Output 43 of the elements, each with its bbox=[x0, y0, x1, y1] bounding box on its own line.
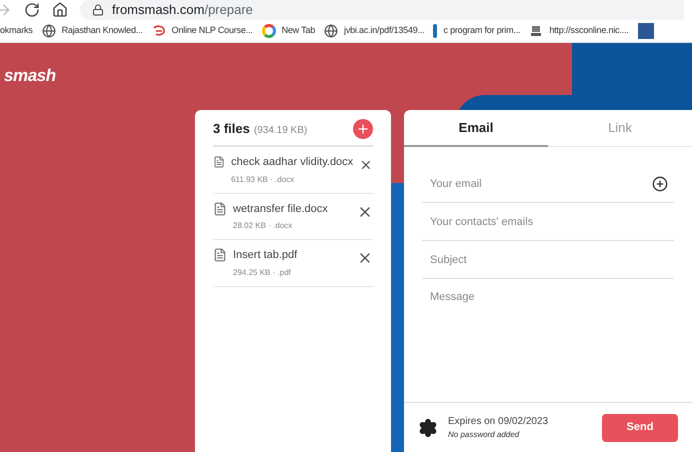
globe-icon bbox=[324, 24, 338, 38]
message-field[interactable]: Message bbox=[422, 279, 674, 359]
password-status: No password added bbox=[448, 429, 520, 441]
input-field[interactable]: Subject bbox=[422, 244, 668, 274]
bookmark-link[interactable]: Rajasthan Knowled... bbox=[62, 24, 143, 38]
add-file-button[interactable] bbox=[353, 119, 373, 139]
file-meta: 28.02 KB · .docx bbox=[233, 220, 294, 232]
bookmarks-label[interactable]: okmarks bbox=[0, 24, 33, 38]
smash-logo[interactable]: smash bbox=[4, 66, 56, 85]
address-bar[interactable]: fromsmash.com/prepare bbox=[80, 0, 684, 20]
file-meta: 294.25 KB · .pdf bbox=[233, 266, 292, 278]
pin-icon bbox=[433, 24, 438, 38]
reload-icon[interactable] bbox=[24, 2, 40, 18]
bookmark-link[interactable]: c program for prim... bbox=[443, 24, 520, 38]
send-button[interactable]: Send bbox=[602, 414, 678, 442]
tab[interactable]: Email bbox=[404, 110, 548, 147]
add-icon[interactable] bbox=[652, 176, 668, 192]
settings-icon[interactable] bbox=[418, 418, 438, 438]
bookmark-link[interactable]: jvbi.ac.in/pdf/13549... bbox=[344, 24, 424, 38]
input-field[interactable]: Your email bbox=[422, 168, 652, 198]
file-icon bbox=[213, 202, 227, 216]
file-icon bbox=[213, 248, 227, 262]
files-total-size: (934.19 KB) bbox=[254, 124, 308, 138]
lock-icon bbox=[92, 4, 104, 16]
home-icon[interactable] bbox=[52, 2, 68, 18]
emblem-icon bbox=[529, 24, 544, 38]
bookmark-link[interactable]: Online NLP Course... bbox=[172, 24, 253, 38]
expiry-text: Expires on 09/02/2023 bbox=[448, 415, 550, 429]
input-field[interactable]: Your contacts' emails bbox=[422, 206, 668, 236]
file-icon bbox=[213, 155, 226, 169]
plus-icon bbox=[356, 122, 370, 136]
google-g-icon bbox=[262, 24, 276, 38]
files-count: 3 files bbox=[213, 120, 250, 138]
file-name: Insert tab.pdf bbox=[233, 248, 298, 263]
bookmark-link[interactable]: New Tab bbox=[282, 24, 316, 38]
url-text: fromsmash.com/prepare bbox=[112, 1, 253, 20]
bookmark-link[interactable]: http://ssconline.nic.... bbox=[549, 24, 629, 38]
document-app-icon bbox=[638, 23, 654, 39]
globe-icon bbox=[42, 24, 56, 38]
file-name: check aadhar vlidity.docx bbox=[231, 155, 354, 170]
file-meta: 611.93 KB · .docx bbox=[231, 174, 296, 186]
file-name: wetransfer file.docx bbox=[233, 202, 329, 216]
swirl-icon bbox=[152, 24, 166, 38]
